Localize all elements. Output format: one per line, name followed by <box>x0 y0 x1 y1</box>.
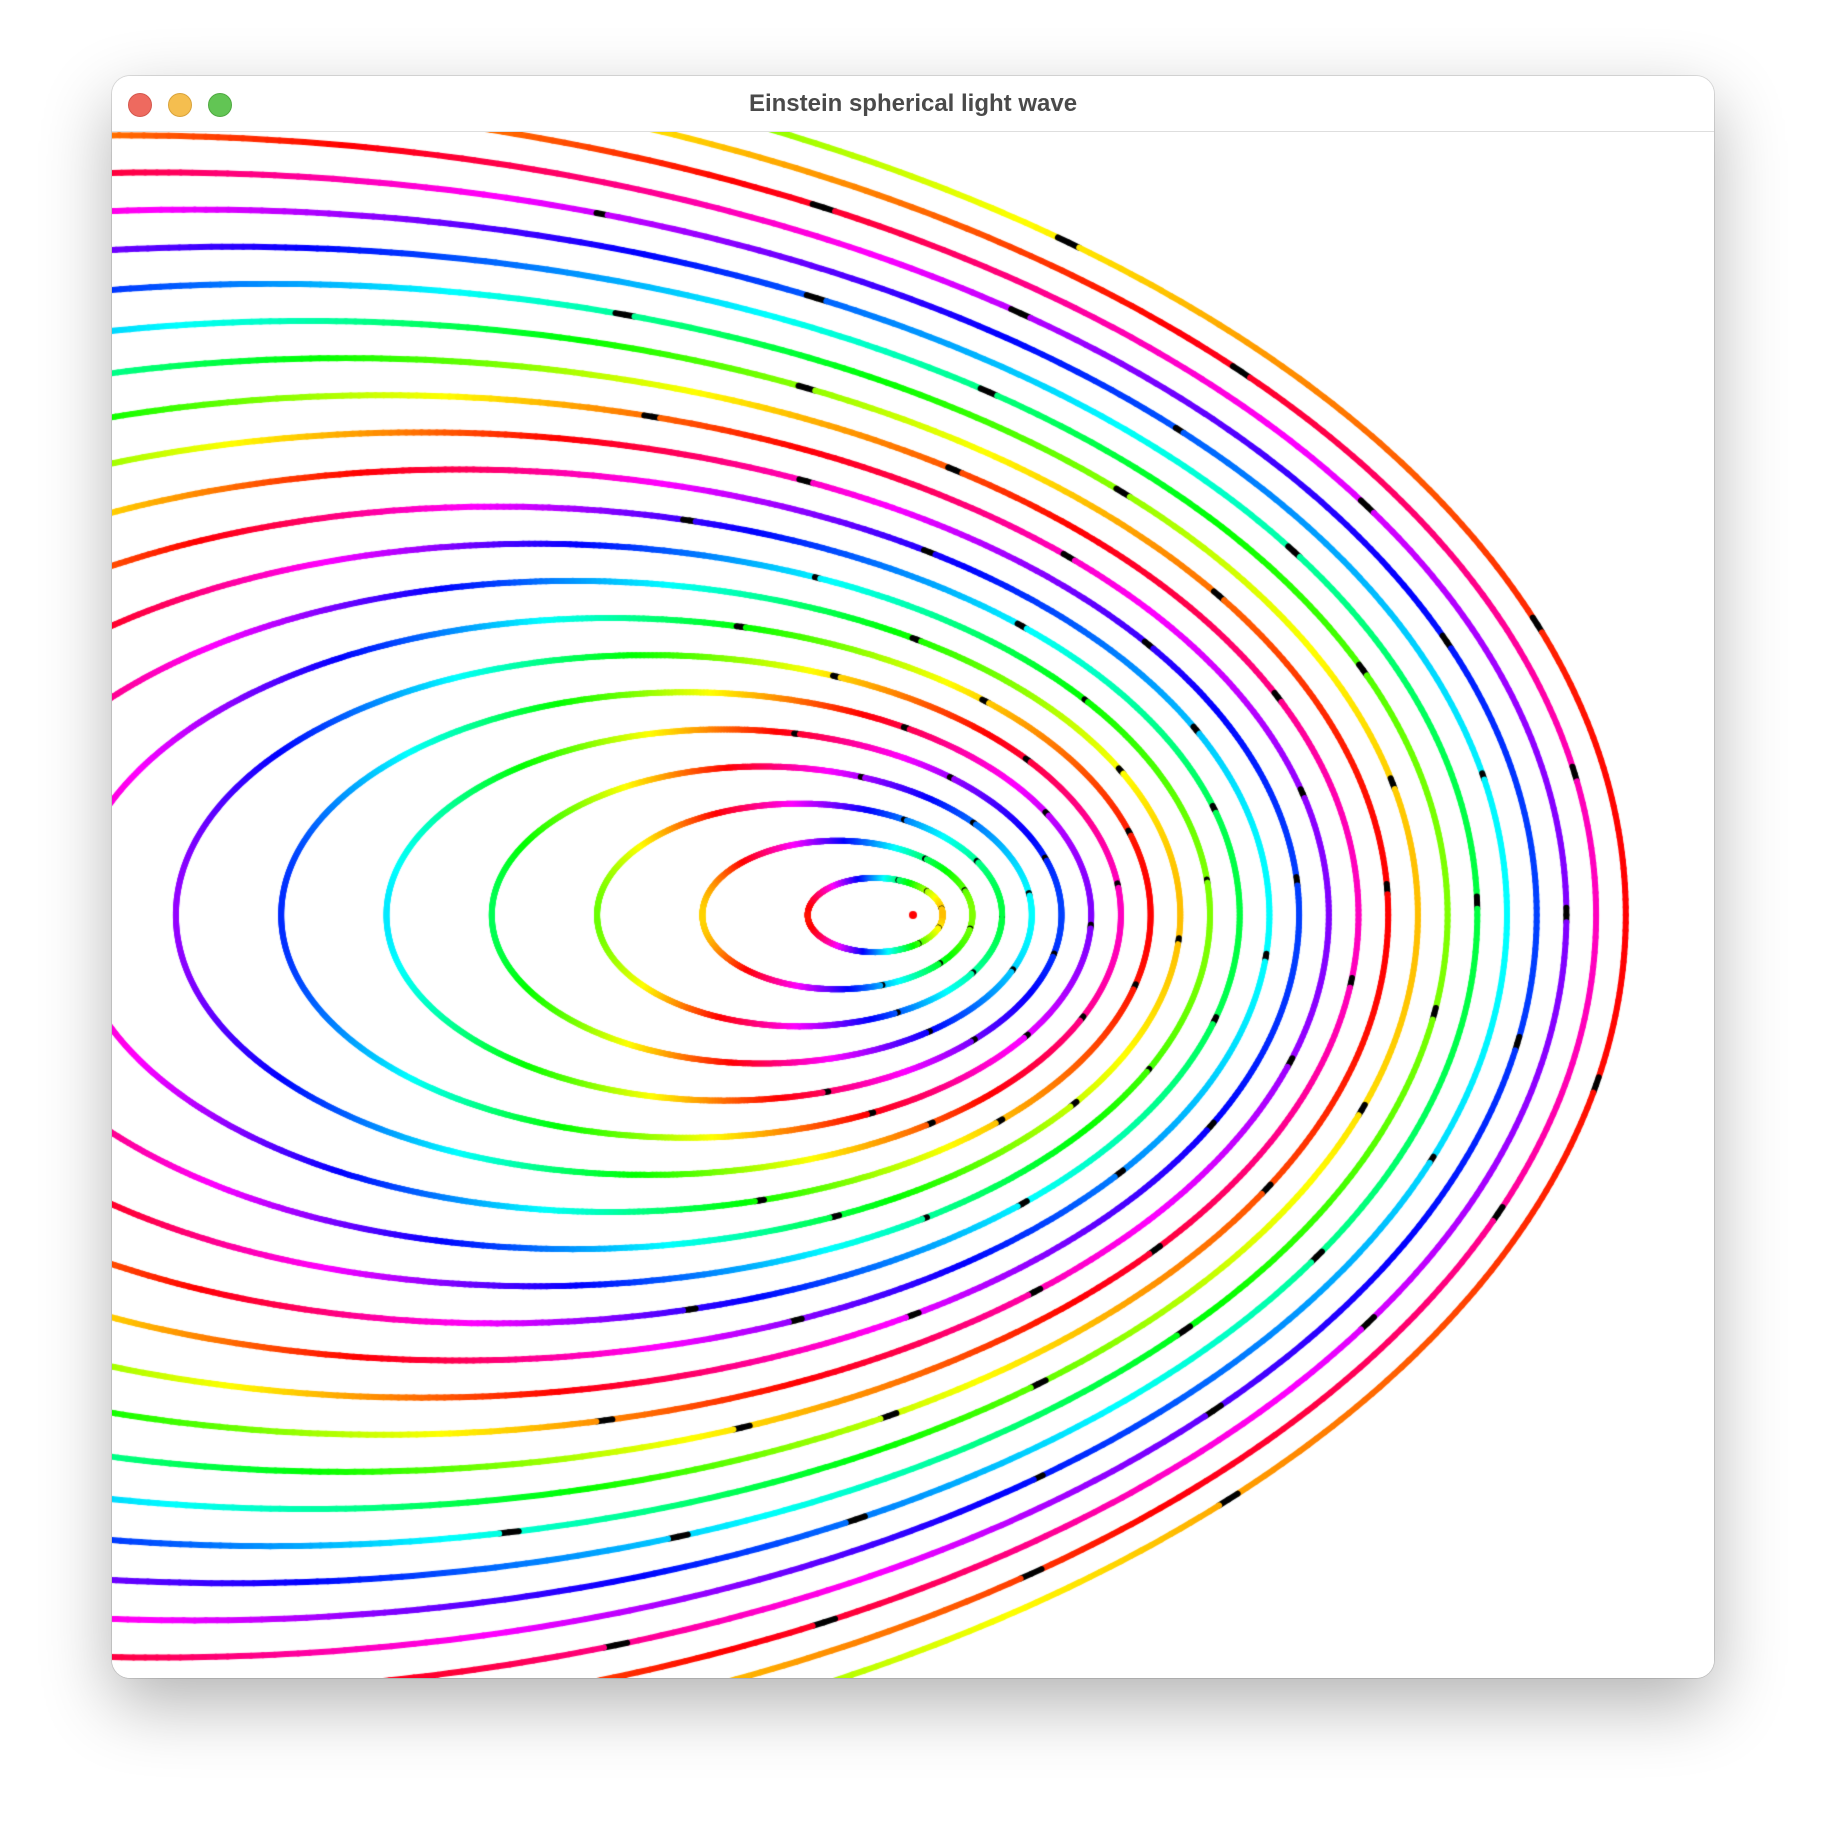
light-wave-plot <box>112 132 1714 1678</box>
wave-canvas-area <box>112 132 1714 1678</box>
title-bar[interactable]: Einstein spherical light wave <box>112 76 1714 132</box>
app-window: Einstein spherical light wave <box>112 76 1714 1678</box>
window-title: Einstein spherical light wave <box>748 90 1078 117</box>
